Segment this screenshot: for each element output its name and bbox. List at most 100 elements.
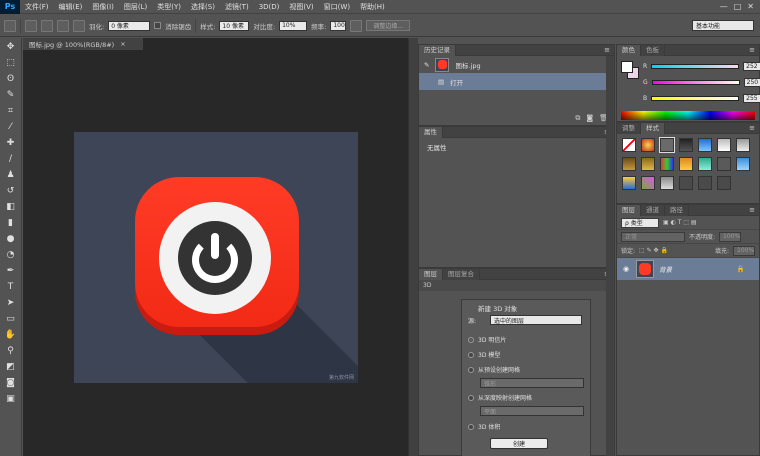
pen-pressure-icon[interactable] — [350, 19, 363, 32]
history-brush-icon[interactable]: ↺ — [4, 184, 18, 198]
layer-filter-select[interactable]: ρ 类型 — [621, 217, 659, 228]
tab-properties[interactable]: 属性 — [419, 126, 443, 138]
panel-scrollbar[interactable] — [606, 56, 614, 456]
blur-tool-icon[interactable]: ● — [4, 232, 18, 246]
menu-type[interactable]: 类型(Y) — [152, 2, 186, 12]
style-swatch[interactable] — [622, 157, 636, 171]
style-swatch[interactable] — [717, 157, 731, 171]
add-selection-icon[interactable] — [41, 19, 53, 32]
workspace-select[interactable]: 基本功能 — [692, 20, 754, 31]
quick-select-tool-icon[interactable]: ✎ — [4, 88, 18, 102]
eraser-tool-icon[interactable]: ◧ — [4, 200, 18, 214]
option-3d-volume[interactable]: 3D 体积 — [468, 422, 500, 431]
color-spectrum[interactable] — [621, 111, 755, 120]
filter-icons[interactable]: ▣ ◐ T ⬚ ▤ — [663, 219, 697, 226]
eye-icon[interactable]: ◉ — [621, 265, 631, 273]
green-value-input[interactable]: 250 — [743, 78, 760, 87]
menu-window[interactable]: 窗口(W) — [319, 2, 355, 12]
menu-file[interactable]: 文件(F) — [20, 2, 54, 12]
panel-menu-icon[interactable]: ≡ — [604, 46, 614, 54]
path-select-tool-icon[interactable]: ➤ — [4, 296, 18, 310]
new-snapshot-icon[interactable]: ◙ — [586, 114, 593, 123]
feather-input[interactable]: 0 像素 — [108, 20, 151, 31]
style-swatch[interactable] — [698, 138, 712, 152]
pen-tool-icon[interactable]: ✒ — [4, 264, 18, 278]
style-swatch[interactable] — [660, 157, 674, 171]
red-value-input[interactable]: 252 — [743, 62, 760, 71]
tab-adjustments[interactable]: 调整 — [617, 122, 641, 134]
style-input[interactable]: 10 像素 — [219, 20, 250, 31]
gradient-tool-icon[interactable]: ▮ — [4, 216, 18, 230]
subtract-selection-icon[interactable] — [57, 19, 69, 32]
tab-layers[interactable]: 图层 — [617, 204, 641, 216]
tab-channels[interactable]: 通道 — [641, 204, 665, 216]
menu-edit[interactable]: 编辑(E) — [54, 2, 88, 12]
contrast-input[interactable]: 10% — [279, 20, 308, 31]
blend-mode-select[interactable]: 正常 — [621, 231, 685, 242]
canvas[interactable]: 第九软件网 — [74, 132, 358, 383]
type-tool-icon[interactable]: T — [4, 280, 18, 294]
blue-value-input[interactable]: 255 — [743, 94, 760, 103]
new-selection-icon[interactable] — [25, 19, 37, 32]
green-slider[interactable] — [651, 80, 740, 85]
new-document-from-state-icon[interactable]: ⧉ — [575, 114, 580, 123]
brush-tool-icon[interactable]: ∕ — [4, 152, 18, 166]
style-swatch[interactable] — [736, 138, 750, 152]
healing-tool-icon[interactable]: ✚ — [4, 136, 18, 150]
zoom-tool-icon[interactable]: ⚲ — [4, 344, 18, 358]
screen-mode-icon[interactable]: ▣ — [4, 392, 18, 406]
color-swatches-icon[interactable]: ◩ — [4, 360, 18, 374]
style-swatch[interactable] — [622, 176, 636, 190]
style-swatch[interactable] — [679, 157, 693, 171]
menu-3d[interactable]: 3D(D) — [254, 3, 285, 11]
create-button[interactable]: 创建 — [490, 438, 548, 449]
style-swatch[interactable] — [717, 176, 731, 190]
option-mesh-from-preset[interactable]: 从预设创建网格 — [468, 365, 520, 374]
option-mesh-from-depth[interactable]: 从深度映射创建网格 — [468, 393, 532, 402]
foreground-color-swatch[interactable] — [621, 61, 633, 73]
style-swatch[interactable] — [679, 176, 693, 190]
style-swatch[interactable] — [717, 138, 731, 152]
menu-image[interactable]: 图像(I) — [87, 2, 119, 12]
style-swatch[interactable] — [698, 176, 712, 190]
tab-styles[interactable]: 样式 — [641, 122, 665, 134]
style-swatch[interactable] — [622, 138, 636, 152]
panel-menu-icon[interactable]: ≡ — [749, 46, 759, 54]
quick-mask-icon[interactable]: ◙ — [4, 376, 18, 390]
red-slider[interactable] — [651, 64, 740, 69]
menu-layer[interactable]: 图层(L) — [119, 2, 152, 12]
tab-paths[interactable]: 路径 — [665, 204, 689, 216]
blue-slider[interactable] — [651, 96, 740, 101]
document-tab-close-icon[interactable]: × — [120, 40, 125, 48]
tab-swatches[interactable]: 色板 — [641, 44, 665, 56]
source-select[interactable]: 选中的图层 — [490, 315, 582, 325]
menu-select[interactable]: 选择(S) — [186, 2, 220, 12]
move-tool-icon[interactable]: ✥ — [4, 40, 18, 54]
intersect-selection-icon[interactable] — [73, 19, 85, 32]
refine-edge-button[interactable]: 调整边缘... — [366, 20, 411, 31]
antialias-checkbox[interactable] — [154, 22, 162, 29]
tab-layer-comps[interactable]: 图层复合 — [443, 268, 480, 280]
frequency-input[interactable]: 100 — [330, 20, 347, 31]
tab-history[interactable]: 历史记录 — [419, 44, 456, 56]
menu-view[interactable]: 视图(V) — [284, 2, 318, 12]
style-swatch[interactable] — [660, 176, 674, 190]
style-swatch[interactable] — [659, 137, 675, 153]
style-swatch[interactable] — [641, 157, 655, 171]
style-swatch[interactable] — [641, 138, 655, 152]
menu-filter[interactable]: 滤镜(T) — [220, 2, 254, 12]
lasso-tool-icon[interactable]: ʘ — [4, 72, 18, 86]
document-tab[interactable]: 图标.jpg @ 100%(RGB/8#) × — [23, 38, 143, 50]
eyedropper-tool-icon[interactable]: ⁄ — [4, 120, 18, 134]
crop-tool-icon[interactable]: ⌗ — [4, 104, 18, 118]
tab-color[interactable]: 颜色 — [617, 44, 641, 56]
style-swatch[interactable] — [736, 157, 750, 171]
dodge-tool-icon[interactable]: ◔ — [4, 248, 18, 262]
lasso-tool-preset-icon[interactable] — [4, 19, 16, 32]
panel-menu-icon[interactable]: ≡ — [749, 206, 759, 214]
stamp-tool-icon[interactable]: ♟ — [4, 168, 18, 182]
history-snapshot-row[interactable]: ✎ 图标.jpg — [419, 56, 614, 73]
style-swatch[interactable] — [698, 157, 712, 171]
tab-layers-3d[interactable]: 图层 — [419, 268, 443, 280]
minimize-button[interactable]: — — [720, 2, 728, 11]
